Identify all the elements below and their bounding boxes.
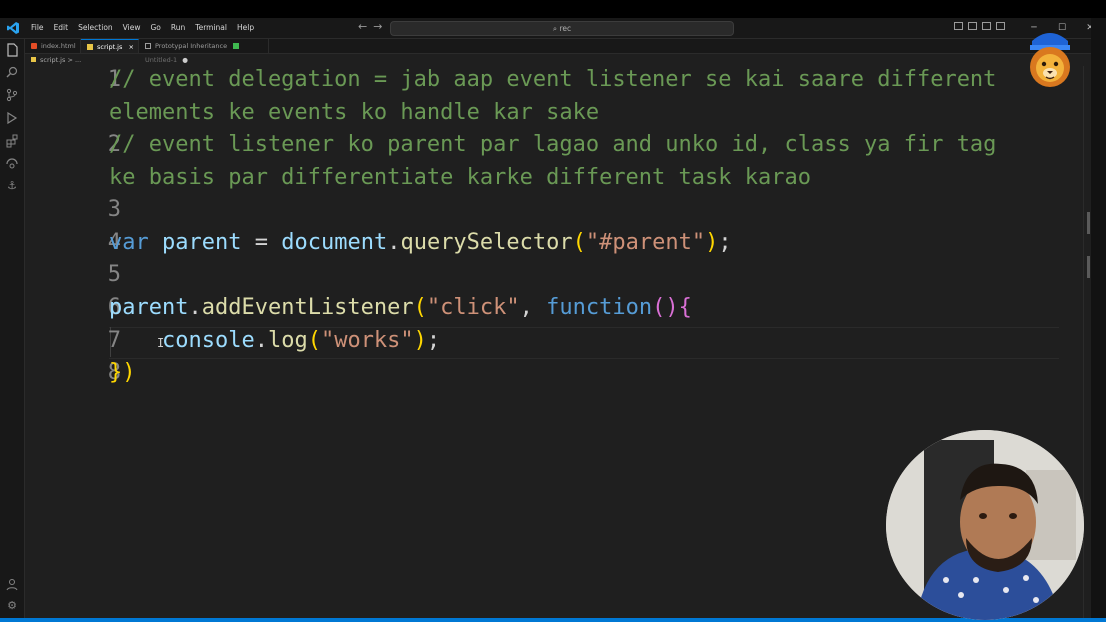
code-line: parent.addEventListener("click", functio…: [109, 295, 692, 320]
tab-index-html[interactable]: index.html: [25, 39, 81, 53]
menu-run[interactable]: Run: [166, 18, 190, 38]
unsaved-dot-icon: ●: [182, 56, 188, 64]
code-line: // event delegation = jab aap event list…: [109, 67, 997, 92]
js-file-icon: [87, 44, 93, 50]
code-line: var parent = document.querySelector("#pa…: [109, 230, 732, 255]
code-line: // event listener ko parent par lagao an…: [109, 132, 997, 157]
editor-tabs: index.html script.js × Prototypal Inheri…: [25, 39, 1091, 64]
title-bar: File Edit Selection View Go Run Terminal…: [0, 18, 1106, 39]
js-file-icon: [31, 57, 36, 62]
toggle-secondary-sidebar-icon[interactable]: [982, 22, 991, 30]
menu-help[interactable]: Help: [232, 18, 259, 38]
tab-script-js[interactable]: script.js ×: [81, 39, 139, 53]
activity-bar: ⚓ ⚙: [0, 39, 25, 619]
menu-bar: File Edit Selection View Go Run Terminal…: [26, 18, 259, 38]
layout-controls: [954, 22, 1005, 30]
source-control-icon[interactable]: [5, 88, 19, 102]
code-line: elements ke events ko handle kar sake: [109, 100, 600, 125]
breadcrumb[interactable]: script.js > ...: [25, 54, 81, 66]
search-icon[interactable]: [5, 65, 19, 79]
line-number: 3: [107, 197, 121, 222]
run-debug-icon[interactable]: [5, 111, 19, 125]
vscode-logo-icon: [7, 22, 19, 34]
file-icon: [145, 43, 151, 49]
extensions-icon[interactable]: [5, 134, 19, 148]
account-icon[interactable]: [5, 577, 19, 591]
command-center-search[interactable]: ⌕ rec: [390, 21, 734, 36]
window-edge: [1091, 18, 1106, 618]
html-file-icon: [31, 43, 37, 49]
scrollbar-marker: [1087, 256, 1090, 278]
top-black-band: [0, 0, 1106, 18]
toggle-panel-icon[interactable]: [968, 22, 977, 30]
search-icon: ⌕: [552, 24, 558, 33]
status-bar: [0, 618, 1106, 622]
toggle-primary-sidebar-icon[interactable]: [954, 22, 963, 30]
remote-icon[interactable]: [5, 157, 19, 171]
webcam-overlay-presenter: [886, 430, 1084, 620]
scrollbar-marker: [1087, 212, 1090, 234]
menu-selection[interactable]: Selection: [73, 18, 118, 38]
search-value: rec: [559, 24, 572, 33]
close-tab-icon[interactable]: ×: [129, 40, 134, 54]
checkbox-icon: [233, 43, 240, 49]
menu-edit[interactable]: Edit: [49, 18, 74, 38]
text-cursor-ibeam-icon: I: [157, 336, 165, 350]
lion-mascot-icon: [1030, 33, 1070, 87]
menu-terminal[interactable]: Terminal: [190, 18, 232, 38]
menu-file[interactable]: File: [26, 18, 49, 38]
customize-layout-icon[interactable]: [996, 22, 1005, 30]
nav-arrows: ←→: [358, 20, 388, 33]
code-line: }): [109, 360, 136, 385]
forward-arrow-icon[interactable]: →: [373, 20, 388, 33]
anchor-icon[interactable]: ⚓: [5, 179, 19, 193]
line-number: 5: [107, 262, 121, 287]
menu-view[interactable]: View: [118, 18, 146, 38]
explorer-icon[interactable]: [5, 43, 19, 57]
code-line: ke basis par differentiate karke differe…: [109, 165, 811, 190]
back-arrow-icon[interactable]: ←: [358, 20, 373, 33]
tab-prototypal-inheritance[interactable]: Prototypal Inheritance Untitled-1 ●: [139, 39, 269, 64]
menu-go[interactable]: Go: [145, 18, 165, 38]
settings-gear-icon[interactable]: ⚙: [5, 599, 19, 613]
